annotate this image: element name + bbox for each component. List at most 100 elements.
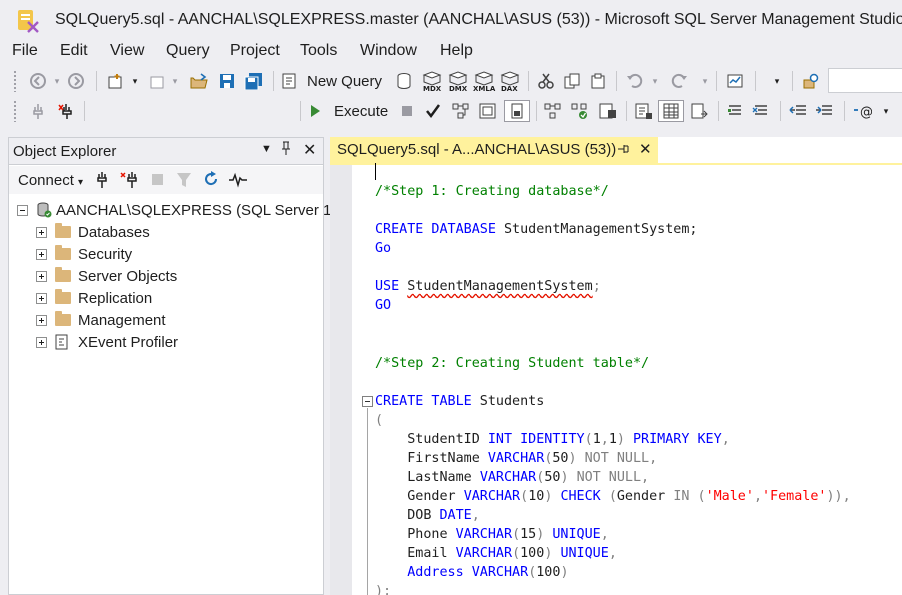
add-item-icon[interactable] (146, 70, 168, 92)
forward-icon[interactable] (66, 70, 86, 92)
close-icon[interactable]: ✕ (303, 140, 316, 160)
menu-tools[interactable]: Tools (300, 42, 337, 60)
cut-icon[interactable] (535, 70, 557, 92)
connect-icon[interactable] (28, 100, 48, 122)
toolbar-grip[interactable] (13, 70, 17, 92)
expand-icon[interactable] (36, 336, 47, 348)
query-designer-icon[interactable] (476, 100, 500, 122)
undo-icon[interactable] (624, 70, 646, 92)
back-icon[interactable] (28, 70, 48, 92)
menu-project[interactable]: Project (230, 42, 280, 60)
dax-query-icon[interactable]: DAX (498, 70, 522, 92)
estimated-plan-icon[interactable] (542, 100, 564, 122)
new-query-button[interactable]: New Query (280, 70, 384, 92)
xmla-query-icon[interactable]: XMLA (472, 70, 496, 92)
tree-node-replication[interactable]: Replication (36, 287, 152, 309)
open-file-icon[interactable] (188, 70, 210, 92)
increase-indent-icon[interactable] (812, 100, 836, 122)
menu-query[interactable]: Query (166, 42, 210, 60)
menu-bar: File Edit View Query Project Tools Windo… (0, 40, 902, 64)
tree-node-management[interactable]: Management (36, 309, 166, 331)
new-project-icon[interactable] (104, 70, 126, 92)
tree-node-xevent-profiler[interactable]: XEvent Profiler (36, 331, 178, 353)
expand-icon[interactable] (36, 314, 47, 326)
parse-icon[interactable] (422, 100, 444, 122)
server-node-label: AANCHAL\SQLEXPRESS (SQL Server 17.0 (56, 201, 353, 219)
save-icon[interactable] (216, 70, 238, 92)
execute-button[interactable]: Execute (308, 100, 390, 122)
refresh-icon[interactable] (202, 170, 220, 192)
tree-node-label: XEvent Profiler (78, 333, 179, 351)
tree-node-security[interactable]: Security (36, 243, 132, 265)
stop-icon[interactable] (398, 100, 416, 122)
toolbar-separator (96, 71, 97, 91)
find-input[interactable] (828, 68, 902, 93)
redo-dropdown-icon[interactable]: ▾ (700, 70, 710, 92)
uncomment-icon[interactable] (750, 100, 772, 122)
client-statistics-icon[interactable] (596, 100, 620, 122)
new-project-dropdown-icon[interactable]: ▾ (130, 70, 140, 92)
filter-icon[interactable] (176, 171, 192, 193)
code-editor[interactable]: /*Step 1: Creating database*/ CREATE DAT… (352, 165, 902, 595)
results-to-text-icon[interactable] (632, 100, 656, 122)
document-tab-sqlquery5[interactable]: SQLQuery5.sql - A...ANCHAL\ASUS (53)) ✕ (330, 137, 658, 163)
activity-monitor-icon[interactable] (228, 171, 248, 193)
display-plan-icon[interactable] (450, 100, 472, 122)
connect-button[interactable]: Connect ▾ (18, 172, 83, 189)
toolbar-separator (84, 101, 85, 121)
expand-icon[interactable] (36, 226, 47, 238)
copy-icon[interactable] (561, 70, 583, 92)
specify-values-icon[interactable]: @ (850, 100, 874, 122)
paste-icon[interactable] (587, 70, 609, 92)
pin-icon[interactable] (617, 142, 629, 160)
code-line: CREATE TABLE Students (375, 394, 545, 409)
results-to-grid-icon[interactable] (658, 100, 684, 122)
code-line: DOB DATE, (407, 508, 480, 523)
expand-icon[interactable] (36, 292, 47, 304)
server-node[interactable]: AANCHAL\SQLEXPRESS (SQL Server 17.0 (17, 199, 352, 221)
window-position-dropdown-icon[interactable]: ▼ (261, 143, 272, 155)
menu-view[interactable]: View (110, 42, 144, 60)
pin-icon[interactable] (281, 141, 291, 158)
live-statistics-icon[interactable] (568, 100, 592, 122)
code-line: Phone VARCHAR(15) UNIQUE, (407, 527, 609, 542)
code-line: ); (375, 584, 392, 595)
stop-icon[interactable] (152, 174, 163, 185)
add-item-dropdown-icon[interactable]: ▾ (170, 70, 180, 92)
change-connection-icon[interactable] (54, 100, 76, 122)
outline-guide (367, 408, 368, 595)
connect-icon[interactable] (95, 171, 109, 193)
toolbar-overflow-icon[interactable]: ▾ (880, 100, 892, 122)
menu-help[interactable]: Help (440, 42, 473, 60)
results-to-file-icon[interactable] (504, 100, 530, 122)
solution-config-dropdown-icon[interactable]: ▾ (772, 70, 782, 92)
mdx-query-icon[interactable]: MDX (420, 70, 444, 92)
expand-icon[interactable] (36, 248, 47, 260)
menu-window[interactable]: Window (360, 42, 417, 60)
tree-node-server-objects[interactable]: Server Objects (36, 265, 177, 287)
find-icon[interactable] (800, 70, 822, 92)
redo-icon[interactable] (668, 70, 690, 92)
menu-edit[interactable]: Edit (60, 42, 88, 60)
database-engine-query-icon[interactable] (393, 70, 415, 92)
toolbar-grip[interactable] (13, 100, 17, 122)
svg-text:MDX: MDX (423, 85, 442, 91)
results-to-file-alt-icon[interactable] (688, 100, 712, 122)
object-explorer-panel: Object Explorer ▼ ✕ Connect ▾ AANCHAL\SQ… (8, 137, 352, 595)
dmx-query-icon[interactable]: DMX (446, 70, 470, 92)
tree-node-databases[interactable]: Databases (36, 221, 150, 243)
back-dropdown-icon[interactable]: ▾ (52, 70, 62, 92)
close-icon[interactable]: ✕ (639, 140, 652, 158)
menu-file[interactable]: File (12, 42, 38, 60)
svg-text:@: @ (860, 105, 872, 120)
object-explorer-title: Object Explorer (13, 143, 117, 160)
disconnect-icon[interactable] (119, 171, 141, 193)
comment-icon[interactable] (724, 100, 746, 122)
expand-icon[interactable] (36, 270, 47, 282)
save-all-icon[interactable] (242, 70, 266, 92)
decrease-indent-icon[interactable] (786, 100, 810, 122)
undo-dropdown-icon[interactable]: ▾ (650, 70, 660, 92)
collapse-icon[interactable] (17, 204, 28, 216)
outline-collapse-icon[interactable] (362, 396, 373, 407)
activity-monitor-icon[interactable] (724, 70, 746, 92)
